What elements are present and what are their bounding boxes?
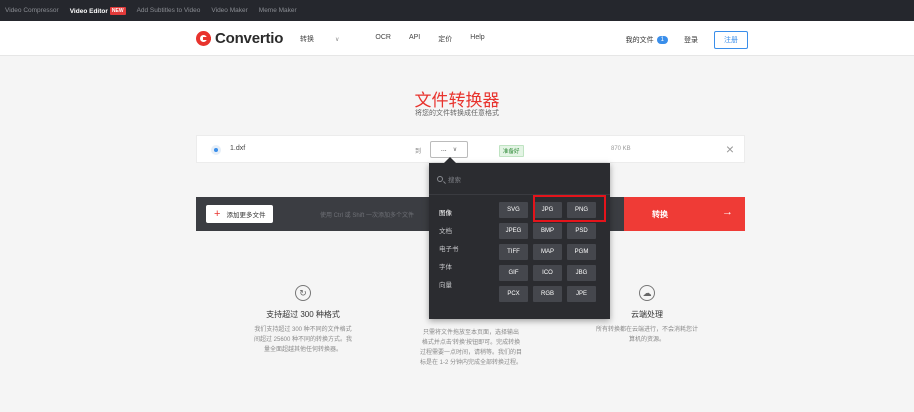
feature-desc-line: 只需将文件拖放至本页面，选择输出 [422,330,519,336]
format-option-jpeg[interactable]: JPEG [499,223,528,239]
logo-text: Convertio [215,30,284,47]
signup-button[interactable]: 注册 [714,31,748,49]
format-option-jpg[interactable]: JPG [533,202,562,218]
arrow-right-icon: → [722,206,733,218]
nav-item-api[interactable]: API [409,34,420,44]
feature-title: 支持超过 300 种格式 [266,310,340,319]
format-option-tiff[interactable]: TIFF [499,244,528,260]
format-option-jbg[interactable]: JBG [567,265,596,281]
format-search-input[interactable]: 搜索 [429,163,610,195]
feature-desc: 只需将文件拖放至本页面，选择输出 格式并点击'转换'按钮即可。完成转换 过程需要… [396,328,546,368]
search-placeholder: 搜索 [448,176,461,184]
convertio-logo-icon [196,31,211,46]
category-ebook[interactable]: 电子书 [429,239,487,257]
format-option-pcx[interactable]: PCX [499,286,528,302]
format-select-value: ... [440,146,447,153]
refresh-icon: ↻ [295,285,311,301]
nav-item-ocr[interactable]: OCR [375,34,391,44]
login-link[interactable]: 登录 [684,35,698,45]
format-categories: 图像 文档 电子书 字体 向量 [429,203,487,293]
cloud-upload-icon: ☁ [639,285,655,301]
nav-item-label: 转换 [300,36,314,43]
output-format-select[interactable]: ... ∨ [430,141,468,158]
add-more-files-button[interactable]: + 添加更多文件 [206,205,274,223]
feature-desc-line: 算机的资源。 [628,337,665,343]
category-font[interactable]: 字体 [429,257,487,275]
plus-icon: + [214,207,221,220]
format-option-psd[interactable]: PSD [567,223,596,239]
format-option-map[interactable]: MAP [533,244,562,260]
format-option-pgm[interactable]: PGM [567,244,596,260]
feature-desc-line: 标是在 1-2 分钟内完成全部转换过程。 [419,360,522,366]
add-files-label: 添加更多文件 [226,212,266,219]
topnav-link-video-compressor[interactable]: Video Compressor [5,7,59,14]
feature-desc-line: 我们支持超过 300 种不同的文件格式 [254,327,352,333]
feature-desc-line: 格式并点击'转换'按钮即可。完成转换 [421,340,521,346]
feature-desc-line: 量全面超越其他任何转换器。 [263,347,342,353]
topnav-link-video-maker[interactable]: Video Maker [211,7,247,14]
feature-easy: 只需将文件拖放至本页面，选择输出 格式并点击'转换'按钮即可。完成转换 过程需要… [396,328,546,368]
topnav-link-label: Video Editor [69,7,108,15]
search-icon [437,175,443,182]
format-option-gif[interactable]: GIF [499,265,528,281]
my-files-label: 我的文件 [625,37,654,44]
logo[interactable]: Convertio [196,30,283,47]
nav-item-pricing[interactable]: 定价 [438,34,452,44]
my-files-count-badge: 1 [656,36,668,44]
format-option-ico[interactable]: ICO [533,265,562,281]
format-option-svg[interactable]: SVG [499,202,528,218]
my-files-link[interactable]: 我的文件 1 [626,35,668,45]
site-header: Convertio 转换 ∨ OCR API 定价 Help 我的文件 1 登录 注… [0,21,914,56]
feature-desc-line: 过程需要一点时间，请稍等。我们的目 [419,350,522,356]
format-option-rgb[interactable]: RGB [533,286,562,302]
convert-label: 转换 [652,209,668,219]
category-image[interactable]: 图像 [429,203,487,221]
format-option-bmp[interactable]: BMP [533,223,562,239]
category-document[interactable]: 文档 [429,221,487,239]
file-size: 870 KB [611,146,631,152]
status-badge: 准备好 [499,145,524,157]
category-vector[interactable]: 向量 [429,275,487,293]
topnav-link-meme-maker[interactable]: Meme Maker [259,7,297,14]
nav-item-convert[interactable]: 转换 ∨ [300,34,357,44]
feature-formats: ↻ 支持超过 300 种格式 我们支持超过 300 种不同的文件格式 间超过 2… [218,285,388,355]
main-nav: 转换 ∨ OCR API 定价 Help [300,34,503,44]
format-option-jpe[interactable]: JPE [567,286,596,302]
file-type-icon [211,145,221,155]
feature-desc-line: 间超过 25600 种不同的转换方式。我 [253,337,353,343]
feature-desc: 我们支持超过 300 种不同的文件格式 间超过 25600 种不同的转换方式。我… [218,325,388,355]
format-option-png[interactable]: PNG [567,202,596,218]
format-dropdown: 搜索 图像 文档 电子书 字体 向量 SVG JPG PNG JPEG BMP … [429,157,610,319]
feature-desc-line: 所有转换都在云端进行，不会消耗您计 [595,327,698,333]
chevron-down-icon: ∨ [335,37,340,43]
multi-select-hint: 使用 Ctrl 或 Shift 一次添加多个文件 [320,213,415,219]
nav-item-help[interactable]: Help [470,34,484,44]
new-badge: NEW [109,6,126,15]
page-subtitle: 将您的文件转换成任意格式 [415,110,499,117]
format-grid: SVG JPG PNG JPEG BMP PSD TIFF MAP PGM GI… [499,202,596,302]
file-row: 1.dxf 到 ... ∨ 准备好 870 KB × [196,135,745,163]
chevron-down-icon: ∨ [452,147,458,153]
header-account: 我的文件 1 登录 注册 [626,31,748,49]
topnav-link-video-editor[interactable]: Video Editor NEW [69,6,126,15]
top-product-bar: Video Compressor Video Editor NEW Add Sub… [0,0,914,21]
close-icon[interactable]: × [726,140,734,158]
feature-desc: 所有转换都在云端进行，不会消耗您计 算机的资源。 [572,325,722,345]
file-name: 1.dxf [230,145,246,152]
topnav-link-add-subtitles[interactable]: Add Subtitles to Video [137,7,201,14]
to-label: 到 [415,149,422,155]
convert-button[interactable]: 转换 → [624,197,745,231]
